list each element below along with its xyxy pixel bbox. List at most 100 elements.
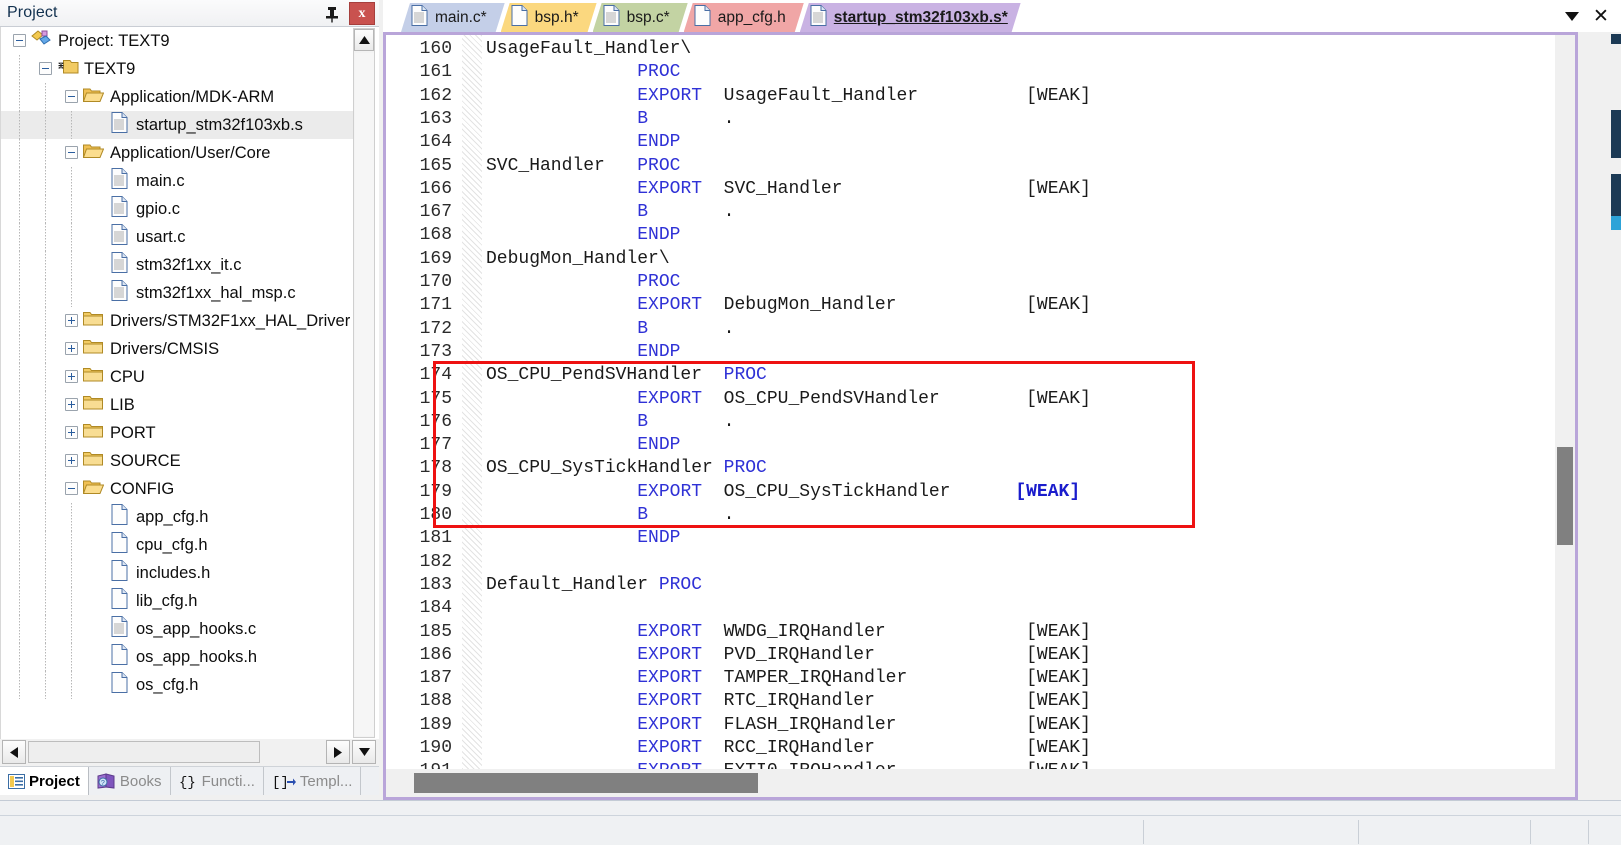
code-line[interactable]: 179 EXPORT OS_CPU_SysTickHandler [WEAK] xyxy=(386,481,1555,504)
tree-item-usart-c[interactable]: usart.c xyxy=(1,223,353,251)
code-line[interactable]: 181 ENDP xyxy=(386,527,1555,550)
tree-item-text9[interactable]: TEXT9 xyxy=(1,55,353,83)
editor-tab-bsp-c[interactable]: bsp.c* xyxy=(593,3,688,32)
code-line[interactable]: 162 EXPORT UsageFault_Handler [WEAK] xyxy=(386,85,1555,108)
scroll-dropdown-arrow-icon[interactable] xyxy=(352,740,376,764)
editor-tab-app-cfg-h[interactable]: app_cfg.h xyxy=(684,3,804,32)
expand-plus-icon[interactable] xyxy=(65,369,80,385)
expand-plus-icon[interactable] xyxy=(65,341,80,357)
project-tree: Project: TEXT9 TEXT9 Application/MDK-ARM st… xyxy=(0,27,379,739)
code-line[interactable]: 178 OS_CPU_SysTickHandler PROC xyxy=(386,457,1555,480)
code-line[interactable]: 180 B . xyxy=(386,504,1555,527)
code-line[interactable]: 175 EXPORT OS_CPU_PendSVHandler [WEAK] xyxy=(386,388,1555,411)
tree-scroll-track[interactable] xyxy=(355,53,374,736)
tree-item-project-text9[interactable]: Project: TEXT9 xyxy=(1,27,353,55)
code-line[interactable]: 171 EXPORT DebugMon_Handler [WEAK] xyxy=(386,294,1555,317)
tree-item-lib-cfg-h[interactable]: lib_cfg.h xyxy=(1,587,353,615)
tree-item-os-app-hooks-h[interactable]: os_app_hooks.h xyxy=(1,643,353,671)
collapse-minus-icon[interactable] xyxy=(13,33,28,49)
code-line[interactable]: 161 PROC xyxy=(386,61,1555,84)
tree-item-drivers-cmsis[interactable]: Drivers/CMSIS xyxy=(1,335,353,363)
code-line[interactable]: 163 B . xyxy=(386,108,1555,131)
tree-hscroll-thumb[interactable] xyxy=(28,741,260,763)
code-line[interactable]: 172 B . xyxy=(386,318,1555,341)
code-line[interactable]: 176 B . xyxy=(386,411,1555,434)
tree-item-os-cfg-h[interactable]: os_cfg.h xyxy=(1,671,353,699)
editor-tab-bsp-h[interactable]: bsp.h* xyxy=(501,3,597,32)
expand-plus-icon[interactable] xyxy=(65,453,80,469)
code-vertical-scrollbar[interactable] xyxy=(1555,35,1575,769)
scroll-left-arrow-icon[interactable] xyxy=(2,740,26,764)
close-icon[interactable]: x xyxy=(349,2,375,25)
tree-vertical-scrollbar[interactable] xyxy=(353,28,375,738)
code-line[interactable]: 169 DebugMon_Handler\ xyxy=(386,248,1555,271)
code-line[interactable]: 160 UsageFault_Handler\ xyxy=(386,38,1555,61)
tree-horizontal-scrollbar[interactable] xyxy=(0,739,379,766)
code-line[interactable]: 189 EXPORT FLASH_IRQHandler [WEAK] xyxy=(386,714,1555,737)
collapse-minus-icon[interactable] xyxy=(39,61,54,77)
project-tree-scroll-region[interactable]: Project: TEXT9 TEXT9 Application/MDK-ARM st… xyxy=(1,27,353,739)
tree-item-main-c[interactable]: main.c xyxy=(1,167,353,195)
tree-item-application-user-core[interactable]: Application/User/Core xyxy=(1,139,353,167)
tree-item-icon xyxy=(106,280,132,306)
tree-item-stm32f1xx-it-c[interactable]: stm32f1xx_it.c xyxy=(1,251,353,279)
panel-tab-books[interactable]: ? Books xyxy=(89,767,171,795)
code-line[interactable]: 166 EXPORT SVC_Handler [WEAK] xyxy=(386,178,1555,201)
code-line[interactable]: 188 EXPORT RTC_IRQHandler [WEAK] xyxy=(386,690,1555,713)
code-line[interactable]: 187 EXPORT TAMPER_IRQHandler [WEAK] xyxy=(386,667,1555,690)
code-line[interactable]: 184 xyxy=(386,597,1555,620)
code-line[interactable]: 165 SVC_Handler PROC xyxy=(386,155,1555,178)
tree-item-stm32f1xx-hal-msp-c[interactable]: stm32f1xx_hal_msp.c xyxy=(1,279,353,307)
code-line[interactable]: 164 ENDP xyxy=(386,131,1555,154)
close-icon[interactable]: ✕ xyxy=(1589,4,1613,28)
code-line[interactable]: 186 EXPORT PVD_IRQHandler [WEAK] xyxy=(386,644,1555,667)
code-line[interactable]: 182 xyxy=(386,551,1555,574)
editor-tab-startup-stm32f103xb-s[interactable]: startup_stm32f103xb.s* xyxy=(800,3,1021,32)
code-line[interactable]: 177 ENDP xyxy=(386,434,1555,457)
tree-item-lib[interactable]: LIB xyxy=(1,391,353,419)
code-line[interactable]: 185 EXPORT WWDG_IRQHandler [WEAK] xyxy=(386,621,1555,644)
code-hscroll-thumb[interactable] xyxy=(414,773,758,793)
code-line[interactable]: 183 Default_Handler PROC xyxy=(386,574,1555,597)
tree-item-cpu-cfg-h[interactable]: cpu_cfg.h xyxy=(1,531,353,559)
panel-tab-functi[interactable]: {} Functi... xyxy=(171,767,264,795)
expand-plus-icon[interactable] xyxy=(65,397,80,413)
tree-item-os-app-hooks-c[interactable]: os_app_hooks.c xyxy=(1,615,353,643)
tree-item-app-cfg-h[interactable]: app_cfg.h xyxy=(1,503,353,531)
tree-item-port[interactable]: PORT xyxy=(1,419,353,447)
chevron-down-icon[interactable] xyxy=(1560,4,1584,28)
folder-closed-icon xyxy=(82,394,104,416)
code-line[interactable]: 191 EXPORT EXTI0_IRQHandler [WEAK] xyxy=(386,760,1555,769)
code-editor[interactable]: 160 UsageFault_Handler\ 161 PROC 162 EXPORT… xyxy=(383,32,1578,800)
tree-item-drivers-stm32f1xx-hal-driver[interactable]: Drivers/STM32F1xx_HAL_Driver xyxy=(1,307,353,335)
tree-item-icon xyxy=(106,672,132,698)
panel-tab-templ[interactable]: [] Templ... xyxy=(264,767,362,795)
code-line[interactable]: 170 PROC xyxy=(386,271,1555,294)
scroll-right-arrow-icon[interactable] xyxy=(326,740,350,764)
tree-item-source[interactable]: SOURCE xyxy=(1,447,353,475)
expand-plus-icon[interactable] xyxy=(65,313,80,329)
code-line[interactable]: 190 EXPORT RCC_IRQHandler [WEAK] xyxy=(386,737,1555,760)
tree-item-includes-h[interactable]: includes.h xyxy=(1,559,353,587)
tree-item-application-mdk-arm[interactable]: Application/MDK-ARM xyxy=(1,83,353,111)
code-line[interactable]: 173 ENDP xyxy=(386,341,1555,364)
code-line[interactable]: 174 OS_CPU_PendSVHandler PROC xyxy=(386,364,1555,387)
pin-icon[interactable] xyxy=(321,3,343,25)
tree-item-gpio-c[interactable]: gpio.c xyxy=(1,195,353,223)
collapse-minus-icon[interactable] xyxy=(65,481,80,497)
code-horizontal-scrollbar[interactable] xyxy=(386,769,1575,797)
code-vscroll-thumb[interactable] xyxy=(1557,447,1573,545)
scroll-up-arrow-icon[interactable] xyxy=(354,29,374,51)
panel-tab-project[interactable]: Project xyxy=(0,767,89,795)
tree-item-cpu[interactable]: CPU xyxy=(1,363,353,391)
collapse-minus-icon[interactable] xyxy=(65,145,80,161)
code-line[interactable]: 168 ENDP xyxy=(386,224,1555,247)
expand-plus-icon[interactable] xyxy=(65,425,80,441)
collapse-minus-icon[interactable] xyxy=(65,89,80,105)
code-viewport[interactable]: 160 UsageFault_Handler\ 161 PROC 162 EXPORT… xyxy=(386,35,1555,769)
editor-tab-main-c[interactable]: main.c* xyxy=(401,3,505,32)
tree-item-config[interactable]: CONFIG xyxy=(1,475,353,503)
tree-item-startup-stm32f103xb-s[interactable]: startup_stm32f103xb.s xyxy=(1,111,353,139)
code-line[interactable]: 167 B . xyxy=(386,201,1555,224)
